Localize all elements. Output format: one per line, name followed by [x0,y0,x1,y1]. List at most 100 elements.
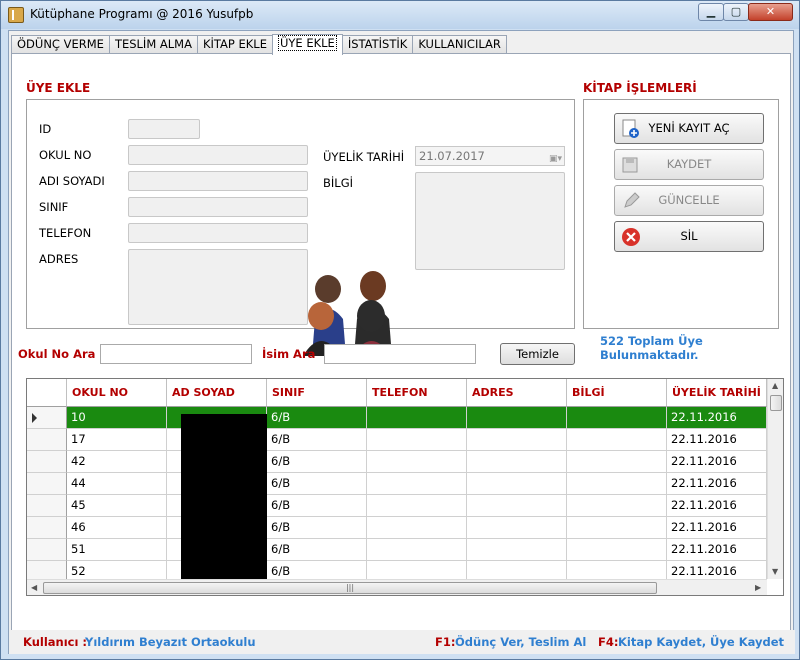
horizontal-scroll-thumb[interactable]: ||| [43,582,657,594]
cell-adres[interactable] [467,429,567,451]
cell-sinif[interactable]: 6/B [267,539,367,561]
scroll-left-icon[interactable]: ◀ [31,583,37,592]
save-button[interactable]: KAYDET [614,149,764,180]
cell-uyelik-tarihi[interactable]: 22.11.2016 [667,495,767,517]
cell-okul-no[interactable]: 45 [67,495,167,517]
cell-bilgi[interactable] [567,451,667,473]
cell-uyelik-tarihi[interactable]: 22.11.2016 [667,407,767,429]
members-grid[interactable]: OKUL NO AD SOYAD SINIF TELEFON ADRES BİL… [26,378,784,596]
table-row[interactable]: 51 6/B 22.11.2016 [27,539,767,561]
maximize-button[interactable]: ▢ [723,3,749,21]
cell-adres[interactable] [467,473,567,495]
cell-telefon[interactable] [367,451,467,473]
cell-uyelik-tarihi[interactable]: 22.11.2016 [667,473,767,495]
column-header-uyelik-tarihi[interactable]: ÜYELİK TARİHİ [667,379,767,407]
cell-bilgi[interactable] [567,473,667,495]
tab-teslim-alma[interactable]: TESLİM ALMA [108,35,198,54]
clear-button[interactable]: Temizle [500,343,575,365]
id-field[interactable] [128,119,200,139]
update-label: GÜNCELLE [658,193,720,207]
cell-okul-no[interactable]: 42 [67,451,167,473]
calendar-dropdown-icon[interactable]: ▣▾ [542,150,562,164]
table-row[interactable]: 45 6/B 22.11.2016 [27,495,767,517]
cell-bilgi[interactable] [567,407,667,429]
row-header[interactable] [27,495,67,517]
tab-odunc-verme[interactable]: ÖDÜNÇ VERME [11,35,110,54]
cell-sinif[interactable]: 6/B [267,473,367,495]
row-header[interactable] [27,539,67,561]
horizontal-scrollbar[interactable]: ◀ ||| ▶ [27,579,767,595]
cell-uyelik-tarihi[interactable]: 22.11.2016 [667,539,767,561]
table-row[interactable]: 42 6/B 22.11.2016 [27,451,767,473]
adres-field[interactable] [128,249,308,325]
cell-okul-no[interactable]: 46 [67,517,167,539]
uyelik-tarihi-picker[interactable]: 21.07.2017 ▣▾ [415,146,565,166]
table-row[interactable]: 46 6/B 22.11.2016 [27,517,767,539]
cell-telefon[interactable] [367,495,467,517]
adi-soyadi-field[interactable] [128,171,308,191]
column-header-sinif[interactable]: SINIF [267,379,367,407]
cell-sinif[interactable]: 6/B [267,451,367,473]
scroll-up-icon[interactable]: ▲ [772,381,778,390]
okul-no-field[interactable] [128,145,308,165]
cell-sinif[interactable]: 6/B [267,407,367,429]
vertical-scroll-thumb[interactable] [770,395,782,411]
cell-adres[interactable] [467,539,567,561]
sinif-field[interactable] [128,197,308,217]
cell-telefon[interactable] [367,429,467,451]
tab-uye-ekle[interactable]: ÜYE EKLE [271,34,343,55]
tab-istatistik[interactable]: İSTATİSTİK [341,35,414,54]
row-header[interactable] [27,473,67,495]
cell-okul-no[interactable]: 10 [67,407,167,429]
isim-search-input[interactable] [324,344,476,364]
cell-okul-no[interactable]: 44 [67,473,167,495]
scroll-down-icon[interactable]: ▼ [772,567,778,576]
tab-kitap-ekle[interactable]: KİTAP EKLE [196,35,273,54]
cell-adres[interactable] [467,407,567,429]
cell-bilgi[interactable] [567,495,667,517]
minimize-button[interactable]: ▁ [698,3,724,21]
row-header[interactable] [27,451,67,473]
cell-telefon[interactable] [367,407,467,429]
cell-sinif[interactable]: 6/B [267,429,367,451]
row-header[interactable] [27,429,67,451]
cell-adres[interactable] [467,517,567,539]
table-row[interactable]: 44 6/B 22.11.2016 [27,473,767,495]
cell-adres[interactable] [467,495,567,517]
row-header[interactable] [27,407,67,429]
cell-bilgi[interactable] [567,517,667,539]
table-row[interactable]: 17 6/B 22.11.2016 [27,429,767,451]
scroll-right-icon[interactable]: ▶ [755,583,761,592]
new-record-button[interactable]: YENİ KAYIT AÇ [614,113,764,144]
column-header-telefon[interactable]: TELEFON [367,379,467,407]
cell-bilgi[interactable] [567,429,667,451]
cell-sinif[interactable]: 6/B [267,495,367,517]
column-header-okul-no[interactable]: OKUL NO [67,379,167,407]
title-bar[interactable]: Kütüphane Programı @ 2016 Yusufpb ▁ ▢ ✕ [1,1,799,29]
okul-no-search-input[interactable] [100,344,252,364]
column-header-bilgi[interactable]: BİLGİ [567,379,667,407]
delete-button[interactable]: SİL [614,221,764,252]
column-header-adres[interactable]: ADRES [467,379,567,407]
row-header[interactable] [27,517,67,539]
cell-okul-no[interactable]: 17 [67,429,167,451]
column-header-ad-soyad[interactable]: AD SOYAD [167,379,267,407]
cell-uyelik-tarihi[interactable]: 22.11.2016 [667,451,767,473]
cell-telefon[interactable] [367,539,467,561]
cell-adres[interactable] [467,451,567,473]
tab-label: KİTAP EKLE [202,37,267,51]
cell-bilgi[interactable] [567,539,667,561]
tab-kullanicilar[interactable]: KULLANICILAR [412,35,507,54]
table-row[interactable]: 10 6/B 22.11.2016 [27,407,767,429]
close-button[interactable]: ✕ [748,3,793,21]
cell-okul-no[interactable]: 51 [67,539,167,561]
cell-uyelik-tarihi[interactable]: 22.11.2016 [667,517,767,539]
bilgi-field[interactable] [415,172,565,270]
cell-telefon[interactable] [367,473,467,495]
cell-uyelik-tarihi[interactable]: 22.11.2016 [667,429,767,451]
update-button[interactable]: GÜNCELLE [614,185,764,216]
telefon-field[interactable] [128,223,308,243]
vertical-scrollbar[interactable]: ▲ ▼ [767,379,783,579]
cell-telefon[interactable] [367,517,467,539]
cell-sinif[interactable]: 6/B [267,517,367,539]
